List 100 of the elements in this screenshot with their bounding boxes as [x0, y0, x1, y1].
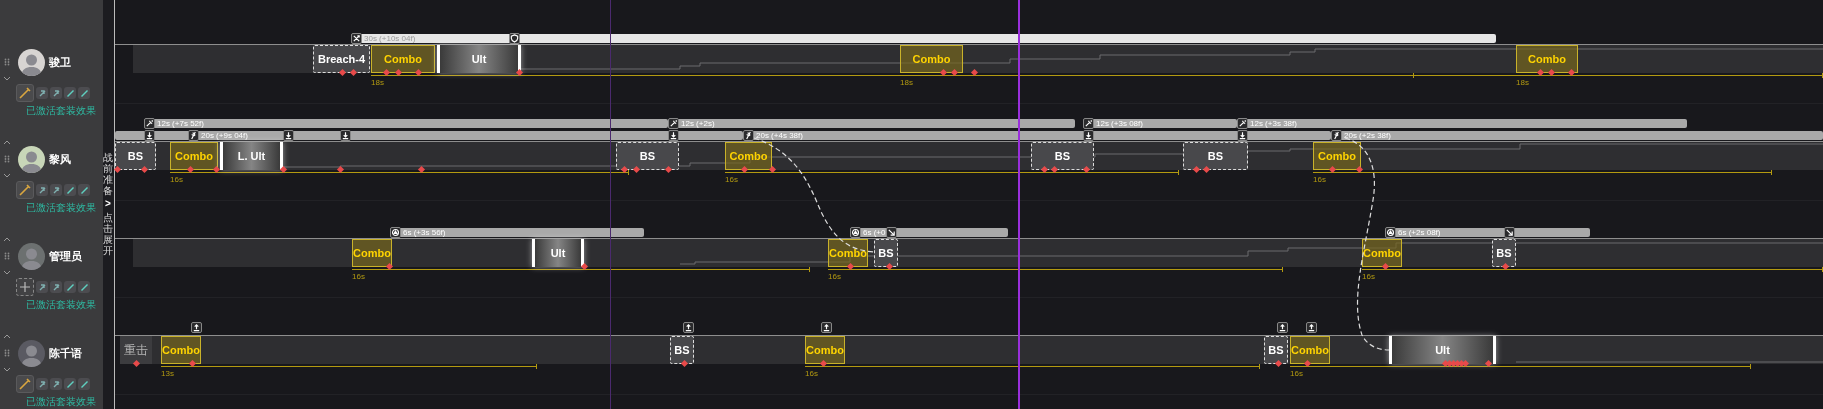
- weapon-icon[interactable]: [16, 84, 34, 102]
- skill-block[interactable]: BS: [1183, 142, 1248, 170]
- spark-icon[interactable]: [1083, 118, 1094, 129]
- gear-icon[interactable]: [50, 281, 62, 293]
- skill-block[interactable]: Combo: [352, 239, 392, 267]
- hit-marker: [1484, 359, 1492, 368]
- move-down-icon[interactable]: [3, 76, 11, 81]
- download-icon[interactable]: [668, 130, 679, 141]
- skill-block[interactable]: Combo: [371, 45, 435, 73]
- hit-marker: [885, 262, 893, 271]
- download-icon[interactable]: [1083, 130, 1094, 141]
- skill-block[interactable]: Ult: [1389, 336, 1496, 364]
- skill-block[interactable]: Breach-4: [313, 45, 370, 73]
- upload-icon[interactable]: [1277, 322, 1288, 333]
- diagonal-arrow-icon[interactable]: [886, 227, 897, 238]
- hit-marker: [632, 165, 640, 174]
- hit-marker: [740, 165, 748, 174]
- download-icon[interactable]: [283, 130, 294, 141]
- feather-icon[interactable]: [743, 130, 754, 141]
- drag-handle-icon[interactable]: [4, 155, 10, 163]
- spark-icon[interactable]: [1237, 118, 1248, 129]
- skill-block[interactable]: Combo: [161, 336, 201, 364]
- skill-block[interactable]: Ult: [437, 45, 521, 73]
- avatar: [18, 242, 45, 270]
- gear-icon[interactable]: [64, 184, 76, 196]
- hit-marker: [950, 68, 958, 77]
- cooldown-label: 16s: [805, 369, 818, 378]
- gear-icon[interactable]: [36, 87, 48, 99]
- skill-block[interactable]: Combo: [828, 239, 868, 267]
- hit-marker: [279, 165, 287, 174]
- skill-block[interactable]: L. Ult: [220, 142, 283, 170]
- skill-block[interactable]: Combo: [1516, 45, 1578, 73]
- gear-icon[interactable]: [78, 281, 90, 293]
- gear-icon[interactable]: [50, 87, 62, 99]
- feather-icon[interactable]: [188, 130, 199, 141]
- shield-icon[interactable]: [509, 33, 520, 44]
- move-up-icon[interactable]: [3, 140, 11, 145]
- gear-icon[interactable]: [50, 184, 62, 196]
- gear-icon[interactable]: [78, 87, 90, 99]
- expand-toggle[interactable]: >: [103, 199, 113, 209]
- vertical-label: 点击展开: [103, 212, 113, 256]
- skill-block[interactable]: BS: [670, 336, 694, 364]
- skill-block[interactable]: Combo: [1290, 336, 1330, 364]
- cooldown-label: 16s: [1290, 369, 1303, 378]
- spark-icon[interactable]: [668, 118, 679, 129]
- feather-icon[interactable]: [1331, 130, 1342, 141]
- skill-block[interactable]: Combo: [170, 142, 218, 170]
- skill-block[interactable]: Combo: [805, 336, 845, 364]
- hit-marker: [620, 165, 628, 174]
- gear-icon[interactable]: [64, 281, 76, 293]
- cycle-icon[interactable]: [390, 227, 401, 238]
- avatar: [18, 145, 45, 173]
- weapon-icon[interactable]: [16, 181, 34, 199]
- add-icon[interactable]: [16, 278, 34, 296]
- move-up-icon[interactable]: [3, 334, 11, 339]
- cycle-icon[interactable]: [850, 227, 861, 238]
- skill-block[interactable]: BS: [115, 142, 156, 170]
- skill-block[interactable]: Ult: [532, 239, 584, 267]
- gear-icon[interactable]: [78, 184, 90, 196]
- drag-handle-icon[interactable]: [4, 58, 10, 66]
- skill-block[interactable]: BS: [1031, 142, 1094, 170]
- spark-icon[interactable]: [144, 118, 155, 129]
- drag-handle-icon[interactable]: [4, 349, 10, 357]
- hit-marker: [515, 68, 523, 77]
- gear-icon[interactable]: [50, 378, 62, 390]
- gear-icon[interactable]: [64, 378, 76, 390]
- operator-name: 黎风: [49, 151, 71, 167]
- vertical-label: 战前准备: [103, 152, 113, 196]
- skill-block[interactable]: 重击: [120, 336, 152, 364]
- skill-block[interactable]: BS: [616, 142, 679, 170]
- skill-block[interactable]: Combo: [725, 142, 772, 170]
- move-down-icon[interactable]: [3, 270, 11, 275]
- download-icon[interactable]: [340, 130, 351, 141]
- move-down-icon[interactable]: [3, 367, 11, 372]
- upload-icon[interactable]: [191, 322, 202, 333]
- weapon-icon[interactable]: [16, 375, 34, 393]
- gear-icon[interactable]: [64, 87, 76, 99]
- skill-block[interactable]: BS: [1492, 239, 1516, 267]
- move-up-icon[interactable]: [3, 237, 11, 242]
- drag-handle-icon[interactable]: [4, 252, 10, 260]
- crossed-swords-icon[interactable]: [351, 33, 362, 44]
- hit-marker: [1547, 68, 1555, 77]
- gear-icon[interactable]: [36, 378, 48, 390]
- gear-icon[interactable]: [78, 378, 90, 390]
- upload-icon[interactable]: [1306, 322, 1317, 333]
- gear-icon[interactable]: [36, 184, 48, 196]
- upload-icon[interactable]: [683, 322, 694, 333]
- download-icon[interactable]: [1237, 130, 1248, 141]
- cycle-icon[interactable]: [1385, 227, 1396, 238]
- diagonal-arrow-icon[interactable]: [1504, 227, 1515, 238]
- skill-block[interactable]: Combo: [900, 45, 963, 73]
- move-down-icon[interactable]: [3, 173, 11, 178]
- skill-block[interactable]: BS: [874, 239, 898, 267]
- hit-marker: [382, 68, 390, 77]
- skill-block[interactable]: Combo: [1362, 239, 1402, 267]
- skill-block[interactable]: BS: [1264, 336, 1288, 364]
- upload-icon[interactable]: [821, 322, 832, 333]
- hit-marker: [664, 165, 672, 174]
- skill-block[interactable]: Combo: [1313, 142, 1361, 170]
- gear-icon[interactable]: [36, 281, 48, 293]
